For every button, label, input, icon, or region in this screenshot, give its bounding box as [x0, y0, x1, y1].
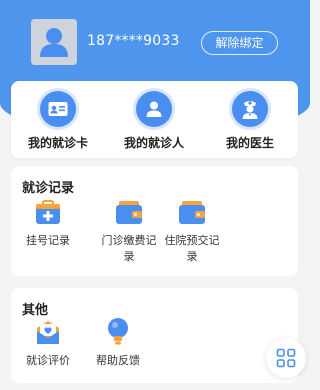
my-doctor-label: 我的医生	[225, 136, 274, 150]
doctor-icon	[232, 91, 268, 127]
wallet-icon	[114, 197, 144, 227]
other-section: 其他 就诊评价 帮助反馈	[11, 288, 298, 383]
avatar[interactable]	[31, 19, 77, 65]
person-icon	[136, 91, 172, 127]
outpatient-payment-label: 门诊缴费记录	[101, 234, 157, 263]
lightbulb-icon	[103, 317, 133, 347]
unbind-button[interactable]: 解除绑定	[201, 31, 278, 55]
floating-menu-button[interactable]	[266, 338, 306, 378]
medical-kit-icon	[33, 197, 63, 227]
help-feedback-label: 帮助反馈	[96, 354, 140, 367]
quick-access-card: 我的就诊卡 我的就诊人 我的医生	[11, 81, 298, 158]
my-patient-label: 我的就诊人	[123, 136, 184, 150]
my-patient-item[interactable]: 我的就诊人	[109, 91, 199, 153]
my-doctor-item[interactable]: 我的医生	[205, 91, 295, 153]
visit-review-label: 就诊评价	[26, 354, 70, 367]
my-card-label: 我的就诊卡	[27, 136, 88, 150]
registration-record-item[interactable]: 挂号记录	[18, 197, 78, 249]
records-section: 就诊记录 挂号记录 门诊缴费记录 住院预交记录	[11, 166, 298, 276]
phone-number: 187****9033	[87, 33, 180, 49]
visit-review-item[interactable]: 就诊评价	[20, 317, 76, 369]
user-avatar-icon	[31, 19, 77, 65]
help-feedback-item[interactable]: 帮助反馈	[90, 317, 146, 369]
registration-record-label: 挂号记录	[26, 234, 70, 247]
records-title: 就诊记录	[22, 181, 75, 196]
grid-icon	[276, 348, 296, 368]
wallet-icon	[177, 197, 207, 227]
outpatient-payment-item[interactable]: 门诊缴费记录	[98, 197, 160, 265]
inpatient-deposit-label: 住院预交记录	[164, 234, 220, 263]
inpatient-deposit-item[interactable]: 住院预交记录	[160, 197, 224, 265]
heart-envelope-icon	[33, 317, 63, 347]
other-title: 其他	[22, 303, 49, 318]
my-card-item[interactable]: 我的就诊卡	[13, 91, 103, 153]
id-card-icon	[40, 91, 76, 127]
